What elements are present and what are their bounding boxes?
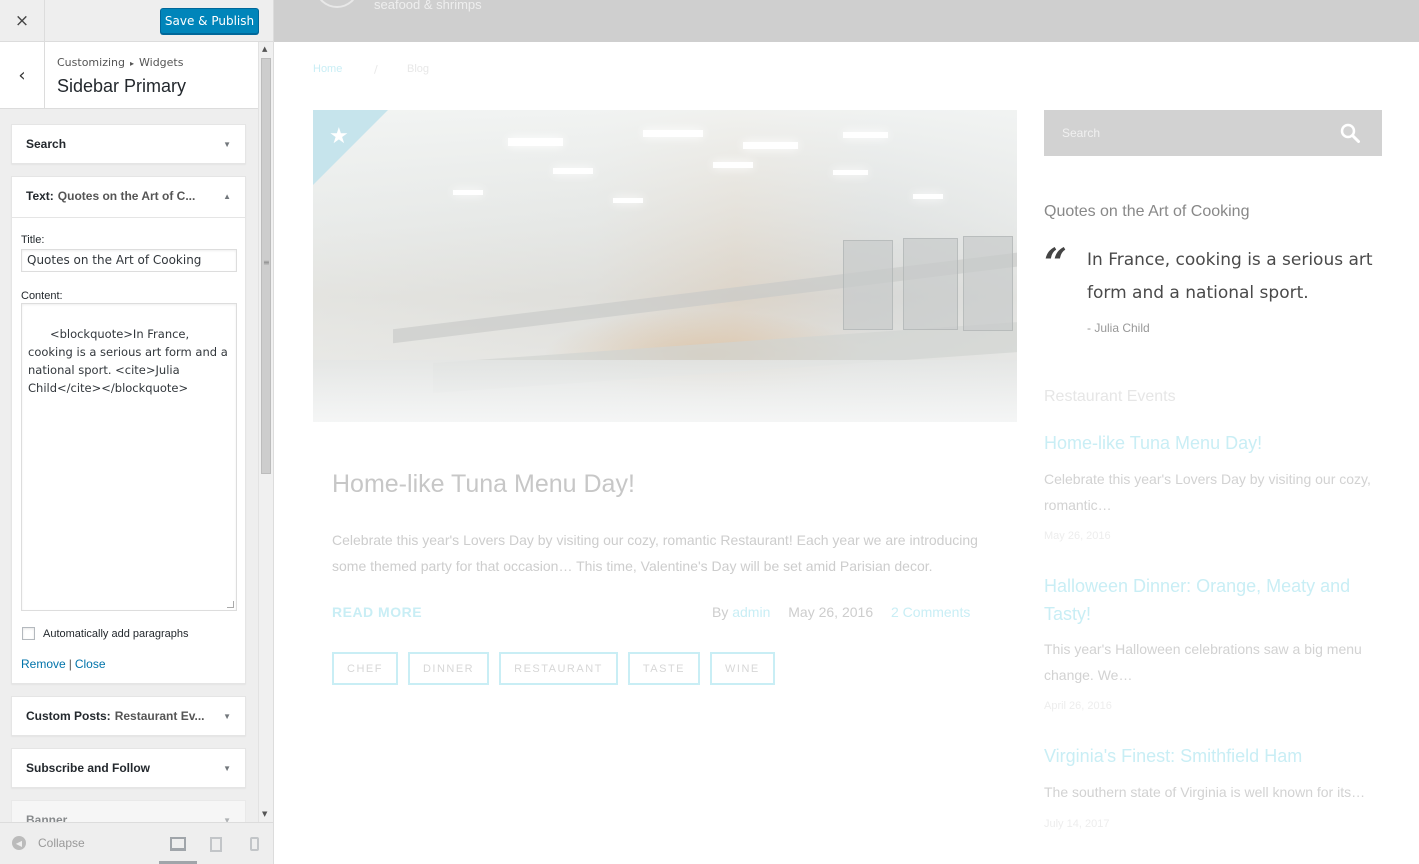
tag-link[interactable]: TASTE xyxy=(627,652,701,685)
collapse-icon: ◀ xyxy=(12,836,26,850)
quote-text: In France, cooking is a serious art form… xyxy=(1087,250,1373,303)
widget-custom-posts[interactable]: Custom Posts: Restaurant Ev... ▼ xyxy=(11,696,246,736)
post-tags: CHEF DINNER RESTAURANT TASTE WINE xyxy=(332,652,775,685)
post-meta: By admin May 26, 2016 2 Comments xyxy=(712,604,970,620)
scroll-grip-icon: ≡ xyxy=(263,258,270,267)
widget-search-header[interactable]: Search ▼ xyxy=(12,125,245,163)
post-excerpt: Celebrate this year's Lovers Day by visi… xyxy=(332,532,978,574)
widget-subscribe-title: Subscribe and Follow xyxy=(26,761,151,775)
widget-custom-posts-title: Custom Posts: xyxy=(26,709,111,723)
scroll-thumb[interactable]: ≡ xyxy=(261,58,271,474)
auto-paragraph-label: Automatically add paragraphs xyxy=(43,627,189,640)
breadcrumb-current: Blog xyxy=(407,63,430,75)
expand-arrow-icon[interactable]: ▼ xyxy=(223,749,231,787)
breadcrumb: Customizing ▸ Widgets xyxy=(57,56,183,69)
quotes-widget-heading: Quotes on the Art of Cooking xyxy=(1044,203,1250,220)
read-more-link[interactable]: READ MORE xyxy=(332,604,422,620)
breadcrumb-separator: / xyxy=(374,63,378,76)
expand-arrow-icon[interactable]: ▼ xyxy=(223,125,231,163)
events-widget-heading: Restaurant Events xyxy=(1044,388,1176,405)
event-excerpt: Celebrate this year's Lovers Day by visi… xyxy=(1044,471,1371,513)
widget-actions: Remove | Close xyxy=(21,657,106,671)
event-date: July 14, 2017 xyxy=(1044,818,1110,830)
widget-subscribe-header[interactable]: Subscribe and Follow ▼ xyxy=(12,749,245,787)
collapse-button[interactable]: ◀ Collapse xyxy=(12,836,85,850)
section-title: ‹ Customizing ▸ Widgets Sidebar Primary xyxy=(0,42,258,109)
scroll-up-icon[interactable]: ▲ xyxy=(262,45,267,53)
sidebar-search-input[interactable]: Search xyxy=(1044,110,1382,156)
panel-title: Sidebar Primary xyxy=(57,76,187,96)
breadcrumb-current: Widgets xyxy=(139,56,184,69)
site-logo-icon[interactable] xyxy=(316,0,358,8)
back-icon[interactable]: ‹ xyxy=(0,42,45,108)
post-featured-image[interactable]: ★ xyxy=(313,110,1017,422)
save-publish-button[interactable]: Save & Publish xyxy=(160,8,259,34)
expand-arrow-icon[interactable]: ▼ xyxy=(223,697,231,735)
post-author-link[interactable]: admin xyxy=(732,604,770,620)
scroll-down-icon[interactable]: ▼ xyxy=(262,810,267,818)
post-comments-link[interactable]: 2 Comments xyxy=(891,604,970,620)
widget-custom-posts-header[interactable]: Custom Posts: Restaurant Ev... ▼ xyxy=(12,697,245,735)
remove-link[interactable]: Remove xyxy=(21,657,66,671)
widget-text-title: Text: xyxy=(26,189,54,203)
widget-custom-posts-subtitle: Restaurant Ev... xyxy=(114,709,205,723)
resize-handle-icon[interactable] xyxy=(227,601,234,608)
close-icon[interactable]: × xyxy=(0,0,45,42)
action-separator: | xyxy=(68,657,72,671)
post-by-label: By xyxy=(712,604,729,620)
breadcrumb-root: Customizing xyxy=(57,56,125,69)
auto-paragraph-option[interactable]: Automatically add paragraphs xyxy=(22,627,189,640)
customizer-footer: ◀ Collapse xyxy=(0,822,273,864)
desktop-preview-icon[interactable] xyxy=(170,837,186,851)
site-header: seafood & shrimps xyxy=(274,0,1419,42)
close-link[interactable]: Close xyxy=(75,657,106,671)
search-placeholder: Search xyxy=(1062,126,1101,140)
event-excerpt: This year's Halloween celebrations saw a… xyxy=(1044,641,1362,683)
content-textarea[interactable]: <blockquote>In France, cooking is a seri… xyxy=(21,303,237,611)
post-date: May 26, 2016 xyxy=(788,604,874,620)
event-excerpt: The southern state of Virginia is well k… xyxy=(1044,784,1366,800)
widget-search[interactable]: Search ▼ xyxy=(11,124,246,164)
collapse-arrow-icon[interactable]: ▲ xyxy=(223,177,231,215)
tag-link[interactable]: WINE xyxy=(710,652,775,685)
content-label: Content: xyxy=(21,290,63,302)
event-title-link[interactable]: Home-like Tuna Menu Day! xyxy=(1044,429,1384,457)
event-title-link[interactable]: Virginia's Finest: Smithfield Ham xyxy=(1044,742,1384,770)
event-date: April 26, 2016 xyxy=(1044,700,1112,712)
featured-ribbon xyxy=(313,110,388,185)
widget-search-title: Search xyxy=(26,137,67,151)
content-text: <blockquote>In France, cooking is a seri… xyxy=(28,327,232,395)
widget-text-header[interactable]: Text: Quotes on the Art of C... ▲ xyxy=(12,177,245,215)
quote-cite: - Julia Child xyxy=(1087,321,1150,335)
event-title-link[interactable]: Halloween Dinner: Orange, Meaty and Tast… xyxy=(1044,572,1384,628)
widget-text-subtitle: Quotes on the Art of C... xyxy=(57,189,196,203)
title-label: Title: xyxy=(21,234,45,246)
breadcrumb-separator-icon: ▸ xyxy=(129,59,134,68)
post-title[interactable]: Home-like Tuna Menu Day! xyxy=(332,470,635,499)
breadcrumb-home-link[interactable]: Home xyxy=(313,63,342,75)
auto-paragraph-checkbox[interactable] xyxy=(22,627,35,640)
quote-mark-icon: “ xyxy=(1044,240,1068,287)
tag-link[interactable]: CHEF xyxy=(332,652,398,685)
mobile-preview-icon[interactable] xyxy=(250,837,259,851)
widget-subscribe[interactable]: Subscribe and Follow ▼ xyxy=(11,748,246,788)
event-date: May 26, 2016 xyxy=(1044,530,1111,542)
search-icon[interactable] xyxy=(1340,123,1360,143)
title-input[interactable]: Quotes on the Art of Cooking xyxy=(21,249,237,272)
widget-text-body xyxy=(12,217,245,218)
collapse-label: Collapse xyxy=(38,836,85,850)
customizer-panel: × Save & Publish ‹ Customizing ▸ Widgets S… xyxy=(0,0,274,864)
tablet-preview-icon[interactable] xyxy=(210,837,222,852)
customizer-header: × Save & Publish xyxy=(0,0,273,42)
tag-link[interactable]: DINNER xyxy=(407,652,490,685)
tag-link[interactable]: RESTAURANT xyxy=(499,652,618,685)
widget-text: Text: Quotes on the Art of C... ▲ Title:… xyxy=(11,176,246,684)
scrollbar[interactable]: ▲ ≡ ▼ xyxy=(258,42,273,822)
featured-star-icon: ★ xyxy=(329,124,349,149)
site-tagline: seafood & shrimps xyxy=(374,0,482,12)
site-preview: seafood & shrimps Home / Blog ★ Home-lik… xyxy=(274,0,1419,864)
